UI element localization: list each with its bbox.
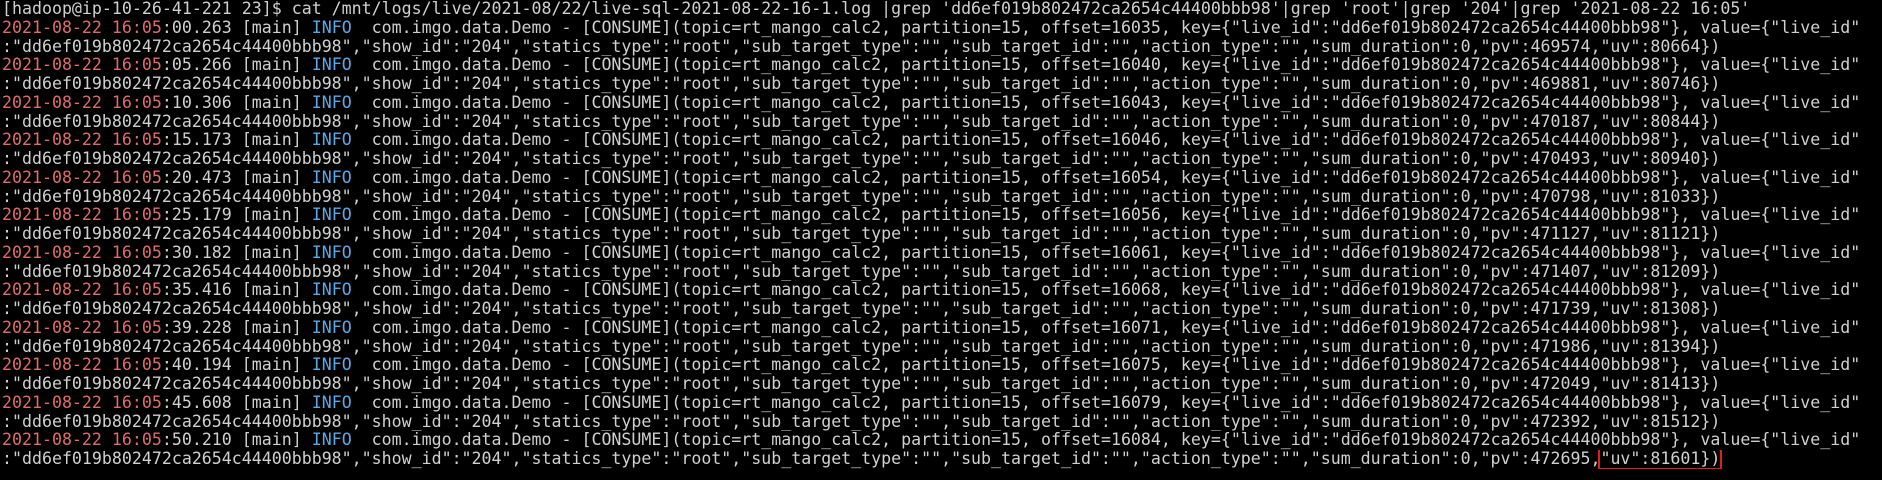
uv-highlight-box: "uv":81601}) xyxy=(1598,450,1723,469)
log-value-payload: :"dd6ef019b802472ca2654c44400bbb98","sho… xyxy=(2,37,1721,56)
log-message: com.imgo.data.Demo - [CONSUME](topic=rt_… xyxy=(351,206,1861,225)
log-line-continuation: :"dd6ef019b802472ca2654c44400bbb98","sho… xyxy=(2,75,1882,94)
log-level: INFO xyxy=(311,56,352,75)
shell-prompt: [hadoop@ip-10-26-41-221 23]$ xyxy=(2,0,292,18)
log-value-payload: :"dd6ef019b802472ca2654c44400bbb98","sho… xyxy=(2,150,1721,168)
log-line-continuation: :"dd6ef019b802472ca2654c44400bbb98","sho… xyxy=(2,263,1882,282)
log-timestamp-rest: :25.179 [main] xyxy=(161,206,312,225)
log-timestamp-highlight: 2021-08-22 16:05 xyxy=(2,318,162,337)
log-timestamp-rest: :20.473 [main] xyxy=(161,168,312,187)
log-message: com.imgo.data.Demo - [CONSUME](topic=rt_… xyxy=(351,131,1861,150)
log-timestamp-highlight: 2021-08-22 16:05 xyxy=(2,431,162,450)
log-value-payload: :"dd6ef019b802472ca2654c44400bbb98","sho… xyxy=(2,187,1721,206)
log-timestamp-rest: :10.306 [main] xyxy=(161,93,312,112)
log-line-continuation: :"dd6ef019b802472ca2654c44400bbb98","sho… xyxy=(2,150,1882,169)
log-timestamp-highlight: 2021-08-22 16:05 xyxy=(2,393,162,412)
log-line: 2021-08-22 16:05:30.182 [main] INFO com.… xyxy=(2,244,1882,263)
log-line-continuation: :"dd6ef019b802472ca2654c44400bbb98","sho… xyxy=(2,338,1882,357)
log-timestamp-rest: :40.194 [main] xyxy=(161,356,312,375)
log-output: 2021-08-22 16:05:00.263 [main] INFO com.… xyxy=(2,19,1882,469)
log-line-continuation: :"dd6ef019b802472ca2654c44400bbb98","sho… xyxy=(2,225,1882,244)
log-message: com.imgo.data.Demo - [CONSUME](topic=rt_… xyxy=(351,393,1861,412)
log-message: com.imgo.data.Demo - [CONSUME](topic=rt_… xyxy=(351,356,1861,375)
log-value-payload: :"dd6ef019b802472ca2654c44400bbb98","sho… xyxy=(2,112,1721,131)
log-timestamp-rest: :30.182 [main] xyxy=(161,243,312,262)
log-timestamp-highlight: 2021-08-22 16:05 xyxy=(2,206,162,225)
log-timestamp-highlight: 2021-08-22 16:05 xyxy=(2,281,162,300)
log-level: INFO xyxy=(311,168,352,187)
log-timestamp-rest: :39.228 [main] xyxy=(161,318,312,337)
log-value-payload: :"dd6ef019b802472ca2654c44400bbb98","sho… xyxy=(2,375,1721,393)
log-level: INFO xyxy=(311,356,352,375)
log-message: com.imgo.data.Demo - [CONSUME](topic=rt_… xyxy=(351,18,1861,37)
log-message: com.imgo.data.Demo - [CONSUME](topic=rt_… xyxy=(351,168,1861,187)
log-line: 2021-08-22 16:05:20.473 [main] INFO com.… xyxy=(2,169,1882,188)
log-timestamp-rest: :15.173 [main] xyxy=(161,131,312,150)
log-level: INFO xyxy=(311,131,352,150)
log-line: 2021-08-22 16:05:35.416 [main] INFO com.… xyxy=(2,281,1882,300)
log-line: 2021-08-22 16:05:15.173 [main] INFO com.… xyxy=(2,131,1882,150)
log-line-continuation: :"dd6ef019b802472ca2654c44400bbb98","sho… xyxy=(2,38,1882,57)
log-value-payload: :"dd6ef019b802472ca2654c44400bbb98","sho… xyxy=(2,75,1721,93)
log-value-payload: :"dd6ef019b802472ca2654c44400bbb98","sho… xyxy=(2,225,1721,243)
log-timestamp-highlight: 2021-08-22 16:05 xyxy=(2,93,162,112)
log-timestamp-rest: :45.608 [main] xyxy=(161,393,312,412)
log-line: 2021-08-22 16:05:25.179 [main] INFO com.… xyxy=(2,206,1882,225)
log-line: 2021-08-22 16:05:39.228 [main] INFO com.… xyxy=(2,319,1882,338)
log-timestamp-rest: :00.263 [main] xyxy=(161,18,312,37)
log-line-continuation: :"dd6ef019b802472ca2654c44400bbb98","sho… xyxy=(2,413,1882,432)
log-line: 2021-08-22 16:05:50.210 [main] INFO com.… xyxy=(2,431,1882,450)
log-level: INFO xyxy=(311,318,352,337)
log-timestamp-rest: :35.416 [main] xyxy=(161,281,312,300)
log-line: 2021-08-22 16:05:45.608 [main] INFO com.… xyxy=(2,394,1882,413)
log-level: INFO xyxy=(311,206,352,225)
log-level: INFO xyxy=(311,393,352,412)
log-line: 2021-08-22 16:05:40.194 [main] INFO com.… xyxy=(2,356,1882,375)
log-value-payload: :"dd6ef019b802472ca2654c44400bbb98","sho… xyxy=(2,300,1721,318)
log-timestamp-highlight: 2021-08-22 16:05 xyxy=(2,243,162,262)
log-line: 2021-08-22 16:05:05.266 [main] INFO com.… xyxy=(2,56,1882,75)
log-line-continuation: :"dd6ef019b802472ca2654c44400bbb98","sho… xyxy=(2,113,1882,132)
log-message: com.imgo.data.Demo - [CONSUME](topic=rt_… xyxy=(351,281,1861,300)
log-line-continuation: :"dd6ef019b802472ca2654c44400bbb98","sho… xyxy=(2,450,1882,469)
log-line: 2021-08-22 16:05:10.306 [main] INFO com.… xyxy=(2,94,1882,113)
log-value-payload: :"dd6ef019b802472ca2654c44400bbb98","sho… xyxy=(2,412,1721,431)
log-timestamp-highlight: 2021-08-22 16:05 xyxy=(2,56,162,75)
log-message: com.imgo.data.Demo - [CONSUME](topic=rt_… xyxy=(351,243,1861,262)
log-timestamp-rest: :05.266 [main] xyxy=(161,56,312,75)
log-level: INFO xyxy=(311,281,352,300)
log-message: com.imgo.data.Demo - [CONSUME](topic=rt_… xyxy=(351,93,1861,112)
shell-command: cat /mnt/logs/live/2021-08/22/live-sql-2… xyxy=(291,0,1751,18)
log-value-payload: :"dd6ef019b802472ca2654c44400bbb98","sho… xyxy=(2,337,1721,356)
log-timestamp-rest: :50.210 [main] xyxy=(161,431,312,450)
log-line-continuation: :"dd6ef019b802472ca2654c44400bbb98","sho… xyxy=(2,375,1882,394)
log-line: 2021-08-22 16:05:00.263 [main] INFO com.… xyxy=(2,19,1882,38)
log-timestamp-highlight: 2021-08-22 16:05 xyxy=(2,168,162,187)
log-message: com.imgo.data.Demo - [CONSUME](topic=rt_… xyxy=(351,318,1861,337)
log-timestamp-highlight: 2021-08-22 16:05 xyxy=(2,18,162,37)
log-level: INFO xyxy=(311,18,352,37)
log-level: INFO xyxy=(311,93,352,112)
log-line-continuation: :"dd6ef019b802472ca2654c44400bbb98","sho… xyxy=(2,188,1882,207)
log-message: com.imgo.data.Demo - [CONSUME](topic=rt_… xyxy=(351,56,1861,75)
terminal-window[interactable]: [hadoop@ip-10-26-41-221 23]$ cat /mnt/lo… xyxy=(0,0,1882,480)
log-level: INFO xyxy=(311,243,352,262)
log-value-payload: :"dd6ef019b802472ca2654c44400bbb98","sho… xyxy=(2,262,1721,281)
log-value-payload: :"dd6ef019b802472ca2654c44400bbb98","sho… xyxy=(2,450,1601,468)
command-line: [hadoop@ip-10-26-41-221 23]$ cat /mnt/lo… xyxy=(2,0,1882,19)
log-timestamp-highlight: 2021-08-22 16:05 xyxy=(2,131,162,150)
log-line-continuation: :"dd6ef019b802472ca2654c44400bbb98","sho… xyxy=(2,300,1882,319)
log-message: com.imgo.data.Demo - [CONSUME](topic=rt_… xyxy=(351,431,1861,450)
log-timestamp-highlight: 2021-08-22 16:05 xyxy=(2,356,162,375)
log-level: INFO xyxy=(311,431,352,450)
